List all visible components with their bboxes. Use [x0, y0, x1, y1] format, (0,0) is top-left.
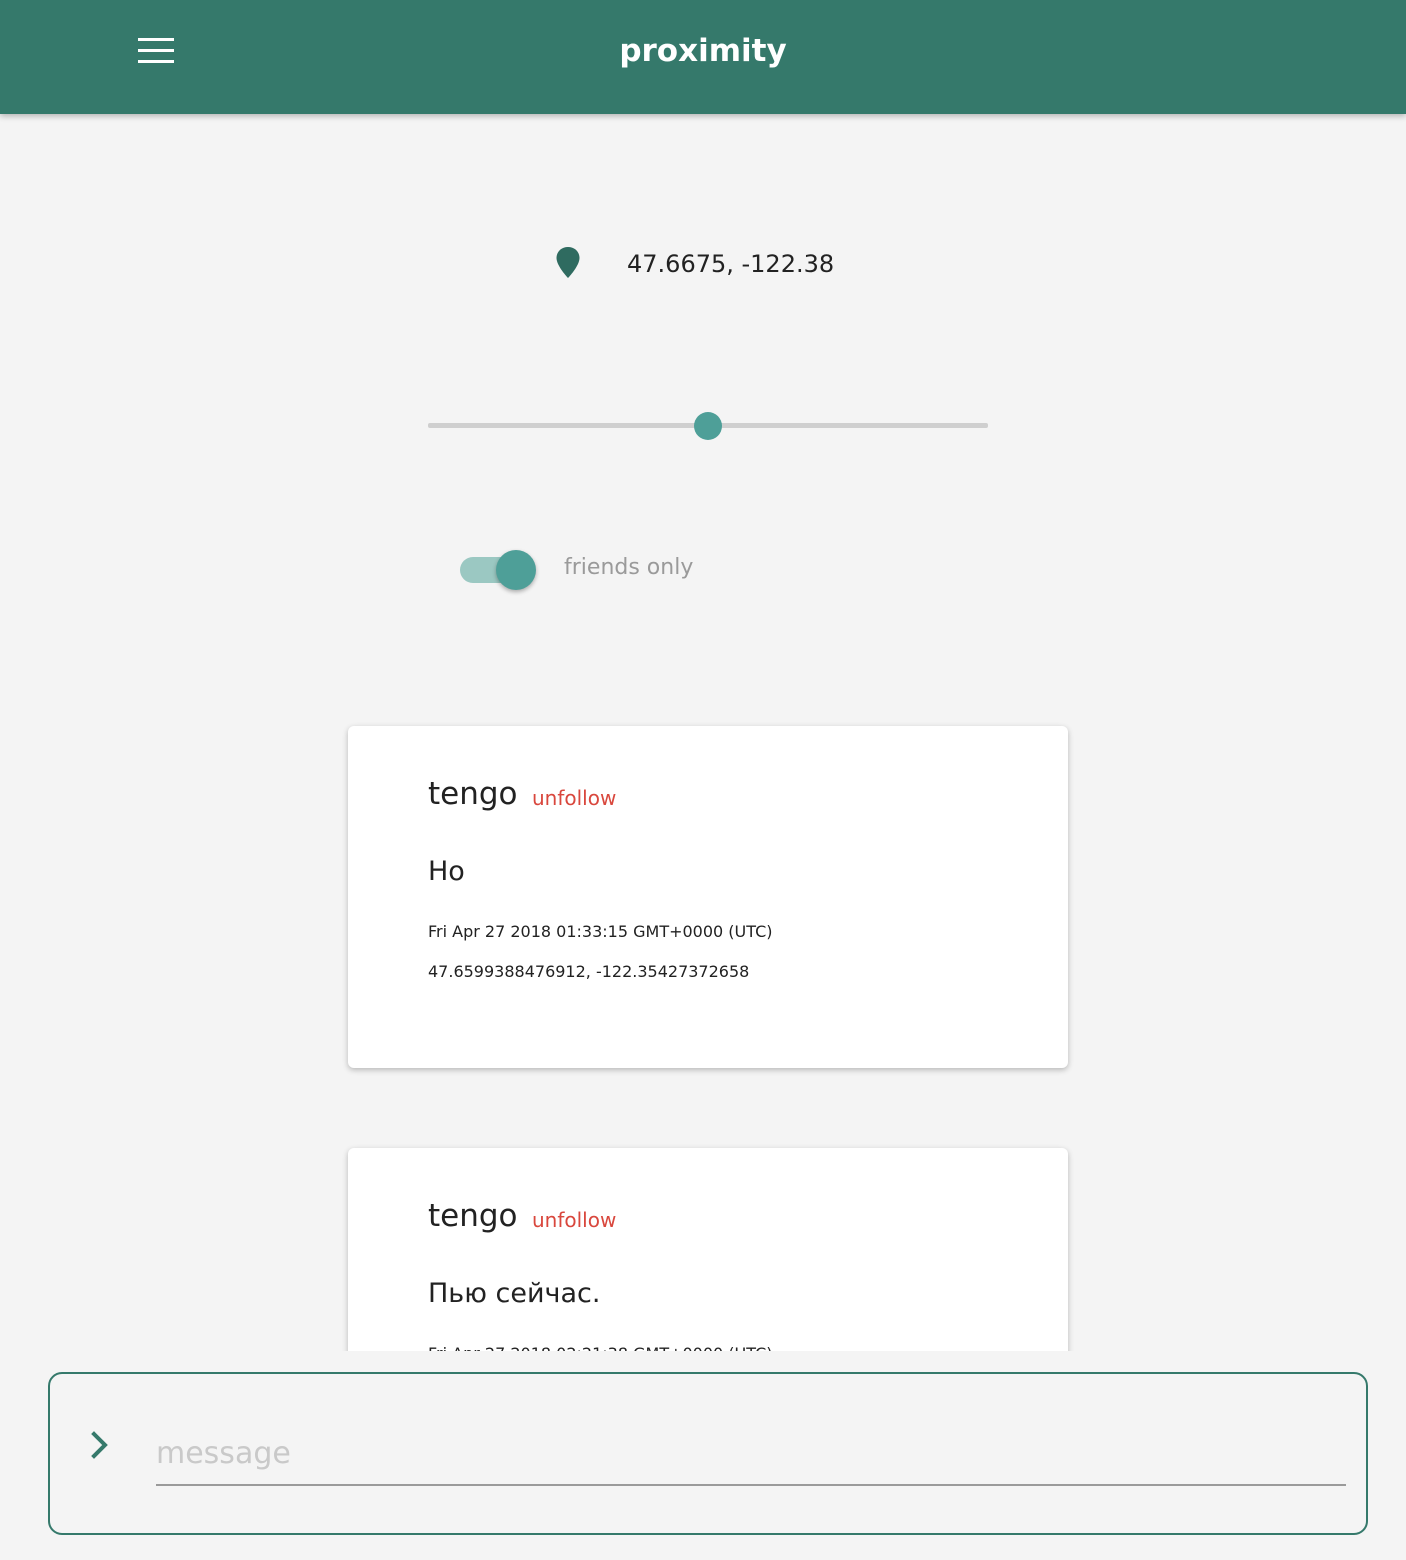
post-username: tengo: [428, 776, 518, 812]
map-pin-icon: [556, 247, 580, 278]
app-title: proximity: [619, 33, 787, 69]
friends-only-label: friends only: [564, 555, 694, 580]
app-bar: proximity: [0, 0, 1406, 114]
post-timestamp: Fri Apr 27 2018 02:21:38 GMT+0000 (UTC): [428, 1342, 773, 1351]
radius-slider[interactable]: [428, 408, 988, 444]
post-feed[interactable]: tengo unfollow Но Fri Apr 27 2018 01:33:…: [0, 700, 1406, 1351]
message-composer: [48, 1372, 1368, 1535]
friends-only-toggle[interactable]: [458, 548, 538, 590]
chevron-right-icon[interactable]: [86, 1428, 114, 1462]
unfollow-link[interactable]: unfollow: [532, 784, 616, 812]
unfollow-link[interactable]: unfollow: [532, 1206, 616, 1234]
post-card: tengo unfollow Пью сейчас. Fri Apr 27 20…: [348, 1148, 1068, 1351]
toggle-knob[interactable]: [496, 550, 536, 590]
message-input[interactable]: [156, 1422, 1346, 1486]
post-message: Но: [428, 856, 465, 887]
post-coordinates: 47.6599388476912, -122.35427372658: [428, 962, 750, 981]
location-coordinates: 47.6675, -122.38: [627, 250, 835, 278]
post-timestamp: Fri Apr 27 2018 01:33:15 GMT+0000 (UTC): [428, 922, 773, 941]
post-message: Пью сейчас.: [428, 1278, 601, 1309]
post-username: tengo: [428, 1198, 518, 1234]
slider-thumb[interactable]: [694, 412, 722, 440]
post-card: tengo unfollow Но Fri Apr 27 2018 01:33:…: [348, 726, 1068, 1068]
